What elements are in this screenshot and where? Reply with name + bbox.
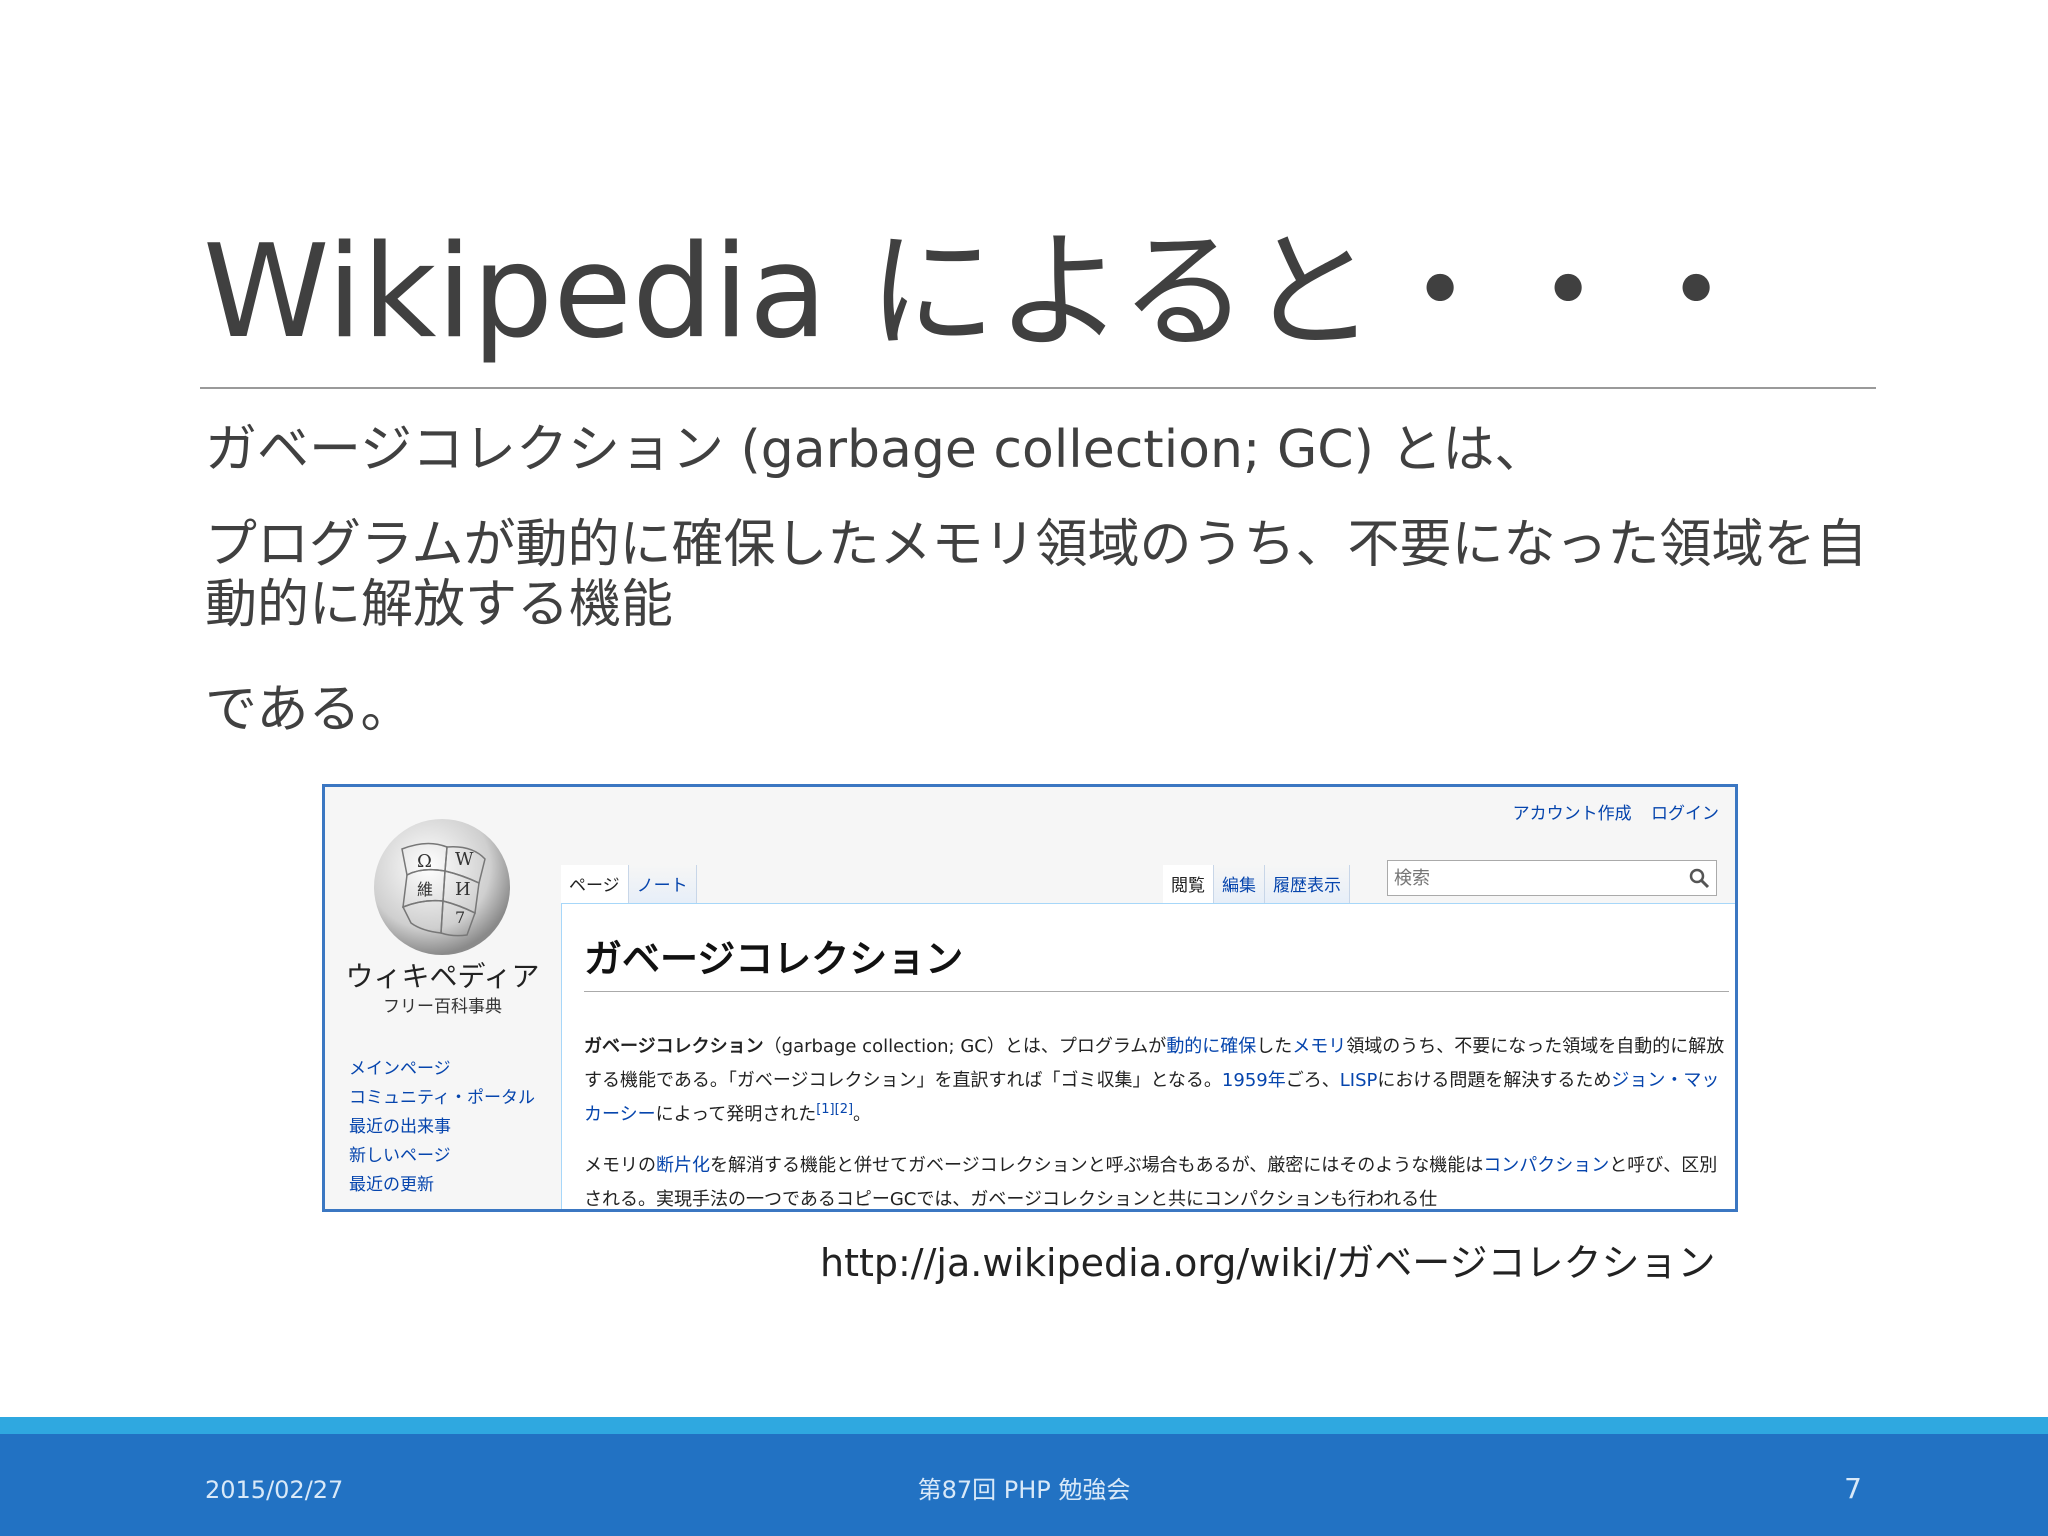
wiki-text: 。 xyxy=(853,1104,872,1125)
wiki-tab-page: ページ xyxy=(561,865,629,905)
wiki-account-links: アカウント作成 ログイン xyxy=(1499,799,1719,824)
wiki-text: における問題を解決するため xyxy=(1377,1070,1612,1091)
body-line-2: プログラムが動的に確保したメモリ領域のうち、不要になった領域を自動的に解放する機… xyxy=(205,515,1868,635)
wikipedia-screenshot: Ω W 維 И 7 ウィキペディア フリー百科事典 メインページ コミュニティ・… xyxy=(322,784,1738,1212)
wiki-namespace-tabs: ページ ノート xyxy=(561,865,697,905)
footer-event-title: 第87回 PHP 勉強会 xyxy=(917,1476,1131,1504)
wiki-nav-community-portal: コミュニティ・ポータル xyxy=(349,1088,535,1108)
wiki-tagline: フリー百科事典 xyxy=(383,997,502,1017)
svg-text:W: W xyxy=(455,849,474,870)
wiki-create-account-link: アカウント作成 xyxy=(1512,804,1632,824)
svg-text:И: И xyxy=(455,879,471,900)
wiki-link-fragmentation: 断片化 xyxy=(656,1155,710,1176)
svg-text:7: 7 xyxy=(455,908,465,927)
wiki-bold-term: ガベージコレクション xyxy=(584,1036,764,1057)
wikipedia-globe-logo: Ω W 維 И 7 xyxy=(374,819,510,955)
wiki-text: メモリの xyxy=(584,1155,656,1176)
wiki-text: （garbage collection; GC）とは、プログラムが xyxy=(763,1036,1167,1057)
body-line-1: ガベージコレクション (garbage collection; GC) とは、 xyxy=(205,420,1547,480)
wiki-link-compaction: コンパクション xyxy=(1483,1155,1610,1176)
source-url-caption: http://ja.wikipedia.org/wiki/ガベージコレクション xyxy=(820,1241,1716,1285)
title-divider xyxy=(200,387,1876,389)
wiki-reference-links: [1][2] xyxy=(816,1102,854,1117)
wiki-text: を解消する機能と併せてガベージコレクションと呼ぶ場合もあるが、厳密にはそのような… xyxy=(710,1155,1484,1176)
wiki-nav-recent-changes: 最近の更新 xyxy=(349,1175,434,1195)
slide-footer: 2015/02/27 第87回 PHP 勉強会 7 xyxy=(0,1434,2048,1536)
wiki-paragraph-2: メモリの断片化を解消する機能と併せてガベージコレクションと呼ぶ場合もあるが、厳密… xyxy=(584,1149,1734,1209)
wiki-link-memory: メモリ xyxy=(1292,1036,1347,1057)
wiki-nav-current-events: 最近の出来事 xyxy=(349,1117,451,1137)
wiki-tab-talk: ノート xyxy=(628,865,697,905)
wiki-tab-edit: 編集 xyxy=(1214,865,1265,905)
wiki-view-tabs: 閲覧 編集 履歴表示 xyxy=(1163,865,1350,905)
svg-text:Ω: Ω xyxy=(417,851,432,872)
wiki-paragraph-1: ガベージコレクション（garbage collection; GC）とは、プログ… xyxy=(584,1030,1734,1132)
search-icon xyxy=(1689,868,1710,889)
wiki-nav-new-pages: 新しいページ xyxy=(349,1146,451,1166)
wiki-site-name: ウィキペディア xyxy=(345,960,540,993)
wiki-article-heading: ガベージコレクション xyxy=(584,928,1729,992)
wiki-text: によって発明された xyxy=(655,1104,817,1125)
slide-title: Wikipedia によると・・・ xyxy=(203,218,1761,367)
wiki-nav-main-page: メインページ xyxy=(349,1059,451,1079)
wiki-link-lisp: LISP xyxy=(1339,1070,1378,1091)
wiki-article-content: ガベージコレクション ガベージコレクション（garbage collection… xyxy=(561,903,1735,1209)
wiki-link-dynamic-allocation: 動的に確保 xyxy=(1166,1036,1257,1057)
wiki-nav-list: メインページ コミュニティ・ポータル 最近の出来事 新しいページ 最近の更新 xyxy=(349,1055,535,1200)
wiki-tab-history: 履歴表示 xyxy=(1265,865,1350,905)
wiki-search-input xyxy=(1388,861,1676,895)
wiki-text: した xyxy=(1256,1036,1293,1057)
wiki-sidebar: Ω W 維 И 7 ウィキペディア フリー百科事典 メインページ コミュニティ・… xyxy=(325,787,560,1209)
svg-text:維: 維 xyxy=(417,880,433,899)
slide-number: 7 xyxy=(1844,1472,1862,1505)
footer-accent-stripe xyxy=(0,1417,2048,1434)
wiki-link-1959: 1959年 xyxy=(1221,1070,1286,1091)
wiki-search-box xyxy=(1387,860,1717,896)
wiki-text: ごろ、 xyxy=(1285,1070,1340,1091)
wiki-login-link: ログイン xyxy=(1651,804,1719,824)
body-line-3: である。 xyxy=(205,680,413,740)
wiki-tab-read: 閲覧 xyxy=(1163,865,1214,905)
